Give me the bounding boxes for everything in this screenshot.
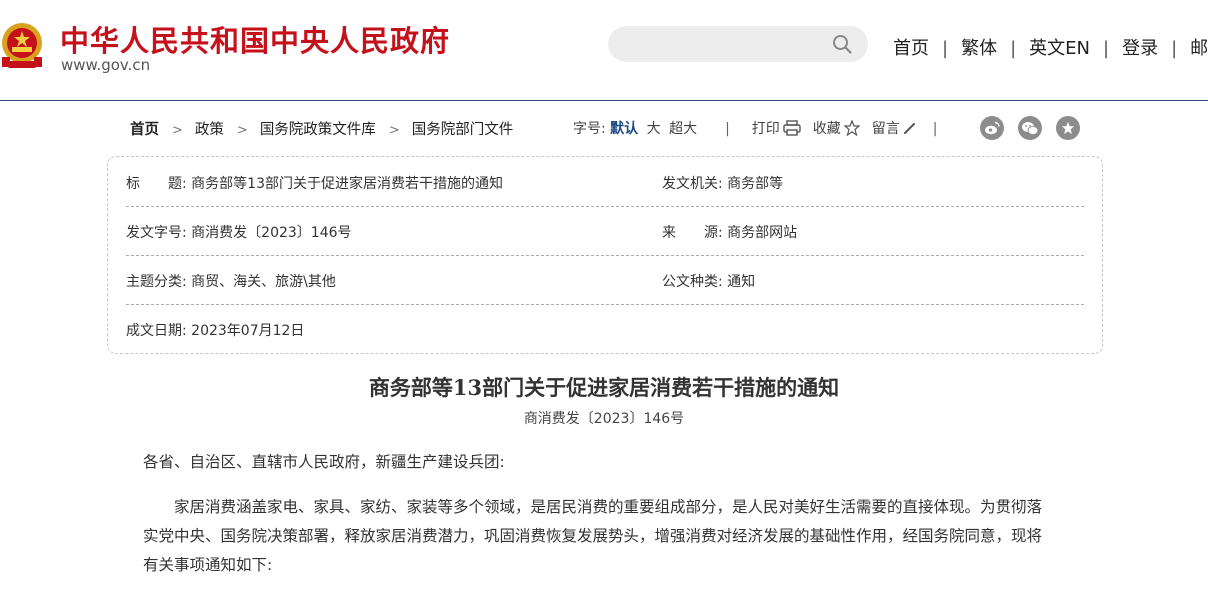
weibo-icon	[985, 121, 1000, 135]
nav-traditional-link[interactable]: 繁体	[961, 38, 997, 59]
breadcrumb: 首页 > 政策 > 国务院政策文件库 > 国务院部门文件	[130, 118, 513, 139]
document-meta-box: 标 题: 商务部等13部门关于促进家居消费若干措施的通知 发文机关: 商务部等 …	[107, 156, 1103, 354]
favorite-label: 收藏	[812, 121, 841, 137]
search-input[interactable]	[608, 26, 868, 62]
chevron-right-icon: >	[236, 123, 248, 138]
article-title: 商务部等13部门关于促进家居消费若干措施的通知	[368, 375, 840, 400]
comment-label: 留言	[871, 121, 900, 137]
meta-row: 成文日期: 2023年07月12日	[126, 304, 1084, 353]
meta-docno-value: 商消费发〔2023〕146号	[191, 225, 352, 241]
search-icon[interactable]	[832, 34, 852, 54]
meta-issuer-label: 发文机关:	[662, 176, 723, 192]
meta-docno-label: 发文字号:	[126, 225, 187, 241]
print-label: 打印	[751, 121, 780, 137]
article-salutation: 各省、自治区、直辖市人民政府，新疆生产建设兵团:	[143, 453, 505, 471]
meta-date-value: 2023年07月12日	[191, 323, 305, 339]
meta-row: 标 题: 商务部等13部门关于促进家居消费若干措施的通知 发文机关: 商务部等	[126, 157, 1084, 207]
nav-mail-link[interactable]: 邮箱	[1190, 38, 1208, 59]
chevron-right-icon: >	[172, 123, 183, 138]
article-paragraph-line: 家居消费涵盖家电、家具、家纺、家装等多个领域，是居民消费的重要组成部分，是人民对…	[143, 498, 1043, 516]
meta-source-value: 商务部网站	[727, 225, 798, 241]
article-paragraph-line: 有关事项通知如下:	[143, 556, 273, 574]
font-size-large[interactable]: 大	[647, 121, 661, 137]
meta-row: 发文字号: 商消费发〔2023〕146号 来 源: 商务部网站	[126, 206, 1084, 256]
tools-divider: |	[725, 121, 730, 137]
font-size-label: 字号:	[573, 121, 606, 137]
nav-divider: |	[1010, 38, 1017, 59]
chevron-right-icon: >	[388, 123, 400, 138]
print-button[interactable]: 打印	[752, 118, 801, 138]
nav-english-link[interactable]: 英文EN	[1029, 38, 1090, 59]
nav-divider: |	[1171, 38, 1178, 59]
wechat-icon	[1022, 121, 1039, 135]
meta-date-label: 成文日期:	[126, 323, 187, 339]
breadcrumb-home[interactable]: 首页	[130, 122, 159, 138]
meta-type-value: 通知	[727, 274, 756, 290]
meta-row: 主题分类: 商贸、海关、旅游\其他 公文种类: 通知	[126, 255, 1084, 305]
pencil-icon	[903, 123, 915, 134]
nav-divider: |	[942, 38, 949, 59]
printer-icon	[783, 120, 801, 136]
favorite-button[interactable]: 收藏	[813, 118, 860, 138]
site-title[interactable]: 中华人民共和国中央人民政府	[60, 18, 450, 60]
site-header: 中华人民共和国中央人民政府 www.gov.cn 首页 | 繁体 | 英文EN | 登录 | 邮…	[0, 0, 1208, 101]
article-tools: 字号: 默认 大 超大 | 打印 收藏 留言 |	[573, 118, 938, 138]
article-paragraph-line: 实党中央、国务院决策部署，释放家居消费潜力，巩固消费恢复发展势头，增强消费对经济…	[143, 527, 1043, 545]
breadcrumb-department-docs[interactable]: 国务院部门文件	[412, 122, 514, 138]
star-icon	[843, 120, 860, 136]
comment-button[interactable]: 留言	[872, 118, 917, 138]
favorite-share-button[interactable]	[1056, 116, 1080, 140]
site-url[interactable]: www.gov.cn	[61, 56, 150, 74]
breadcrumb-policy[interactable]: 政策	[195, 122, 224, 138]
nav-home-link[interactable]: 首页	[893, 38, 929, 59]
meta-title-label: 标 题:	[126, 176, 187, 192]
national-emblem-icon[interactable]	[0, 19, 44, 73]
article-doc-number: 商消费发〔2023〕146号	[523, 411, 685, 427]
top-nav: 首页 | 繁体 | 英文EN | 登录 | 邮箱	[893, 34, 1208, 60]
weibo-share-button[interactable]	[980, 116, 1004, 140]
wechat-share-button[interactable]	[1018, 116, 1042, 140]
meta-topic-value: 商贸、海关、旅游\其他	[191, 274, 336, 290]
meta-source-label: 来 源:	[662, 225, 723, 241]
tools-divider: |	[932, 121, 938, 137]
breadcrumb-policy-library[interactable]: 国务院政策文件库	[260, 122, 376, 138]
nav-login-link[interactable]: 登录	[1122, 38, 1158, 59]
font-size-default[interactable]: 默认	[610, 121, 638, 137]
nav-divider: |	[1103, 38, 1110, 59]
meta-issuer-value: 商务部等	[727, 176, 784, 192]
favorite-star-icon	[1061, 121, 1075, 135]
meta-topic-label: 主题分类:	[126, 274, 187, 290]
meta-title-value: 商务部等13部门关于促进家居消费若干措施的通知	[191, 176, 503, 192]
meta-type-label: 公文种类:	[662, 274, 723, 290]
font-size-xlarge[interactable]: 超大	[669, 121, 697, 137]
